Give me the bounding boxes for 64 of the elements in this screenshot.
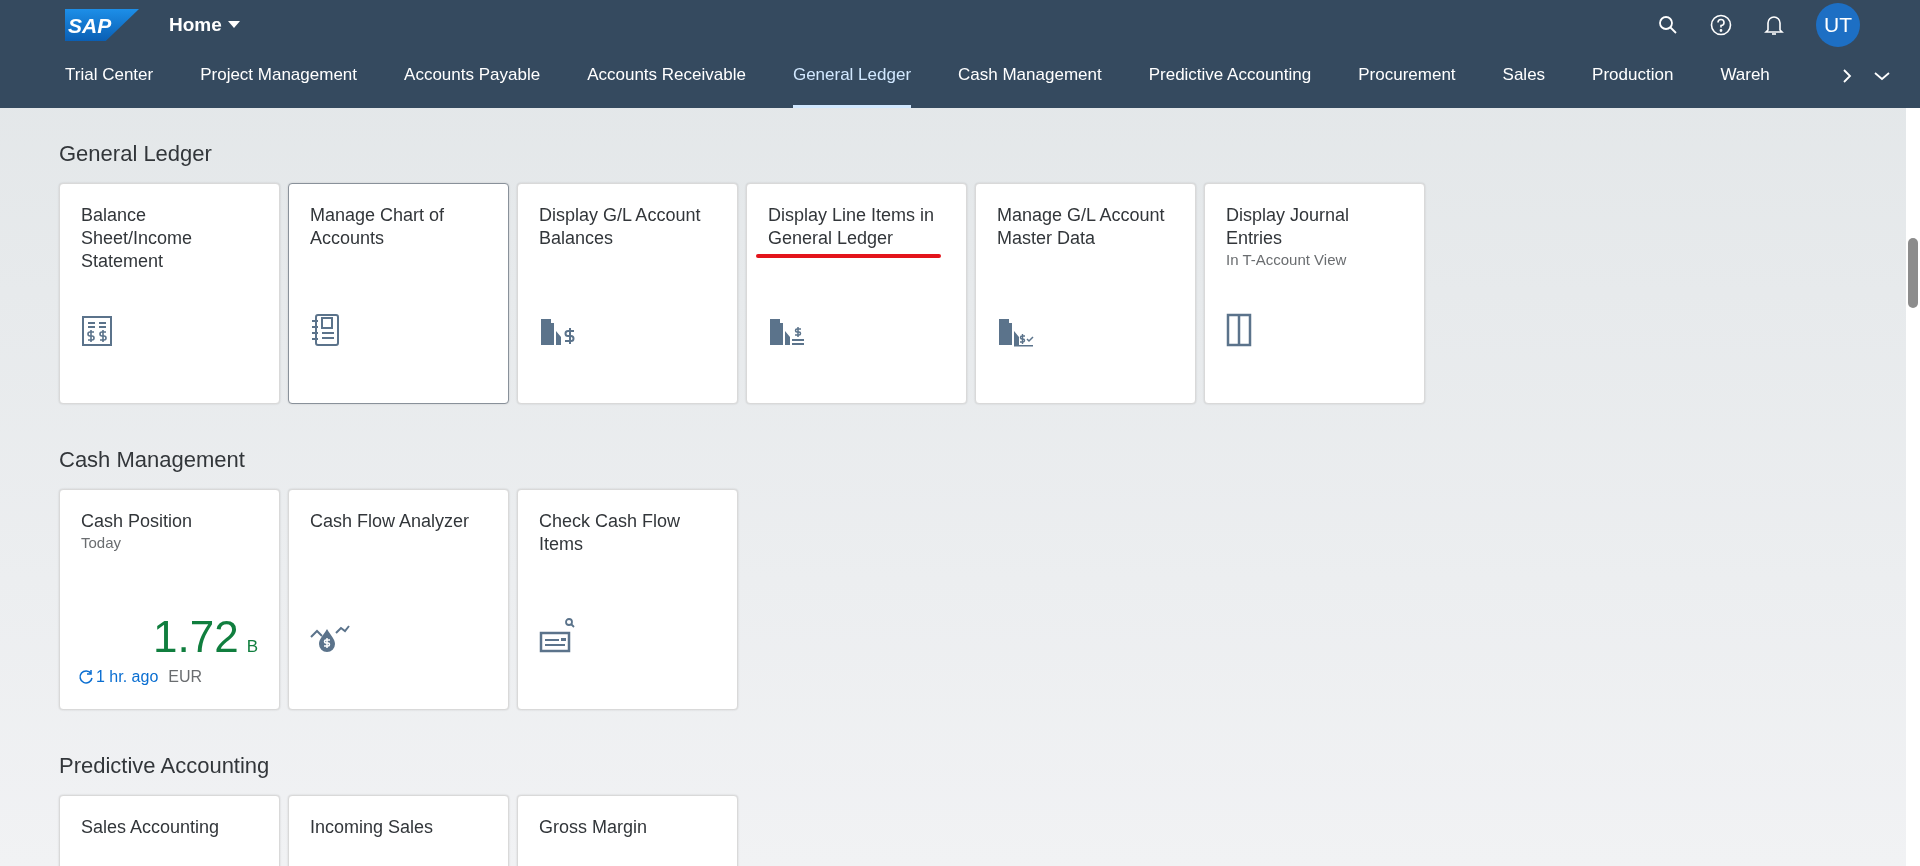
sap-logo[interactable]: SAP [65,9,139,41]
nav-tab[interactable]: Predictive Accounting [1148,50,1312,108]
app-tile[interactable]: Display Line Items in General Ledger [746,183,967,404]
app-tile[interactable]: Sales Accounting [59,795,280,866]
app-tile[interactable]: Display Journal Entries In T-Account View [1204,183,1425,404]
app-tile[interactable]: Balance Sheet/Income Statement [59,183,280,404]
tile-title: Cash Position [81,510,194,533]
bell-icon[interactable] [1764,14,1784,36]
tile-title: Cash Flow Analyzer [310,510,471,533]
section-title: Cash Management [59,446,246,474]
nav-tab[interactable]: Wareh [1720,50,1770,108]
chevron-right-icon[interactable] [1842,68,1852,84]
tile-title: Sales Accounting [81,816,221,839]
scrollbar[interactable] [1906,108,1920,866]
home-menu-button[interactable]: Home [169,10,240,40]
nav-tab[interactable]: Accounts Receivable [587,50,746,108]
nav-tab[interactable]: Trial Center [65,50,154,108]
caret-icon [227,21,240,29]
tile-title: Display Line Items in General Ledger [768,204,936,250]
app-tile[interactable]: Manage G/L Account Master Data [975,183,1196,404]
refresh-time-link[interactable]: 1 hr. ago [96,665,159,689]
building-icon [997,317,1035,347]
tile-title: Balance Sheet/Income Statement [81,204,194,273]
kpi-unit: EUR [168,667,203,687]
nav-tab[interactable]: Accounts Payable [404,50,541,108]
tile-title: Gross Margin [539,816,649,839]
search-icon[interactable] [1658,15,1678,35]
money-trend-icon [310,623,350,653]
building-icon [768,317,806,347]
nav-tab[interactable]: Project Management [200,50,358,108]
tile-title: Display Journal Entries [1226,204,1351,250]
app-tile[interactable]: Manage Chart of Accounts [288,183,509,404]
app-tile[interactable]: Display G/L Account Balances [517,183,738,404]
app-tile[interactable]: Cash Position Today 1.72 B 1 hr. ago EUR [59,489,280,710]
tile-subtitle: Today [81,533,123,552]
report-icon [81,315,113,347]
tile-title: Manage Chart of Accounts [310,204,446,250]
notebook-icon [310,313,342,347]
tile-title: Display G/L Account Balances [539,204,702,250]
refresh-icon [78,669,94,685]
card-search-icon [539,617,577,653]
nav-tab[interactable]: Sales [1502,50,1546,108]
app-tile[interactable]: Check Cash Flow Items [517,489,738,710]
app-tile[interactable]: Cash Flow Analyzer [288,489,509,710]
scrollbar-thumb[interactable] [1908,238,1918,308]
tile-title: Manage G/L Account Master Data [997,204,1166,250]
app-tile[interactable]: Gross Margin [517,795,738,866]
tile-title: Check Cash Flow Items [539,510,682,556]
tile-subtitle: In T-Account View [1226,250,1348,269]
nav-tab[interactable]: Procurement [1358,50,1456,108]
kpi-value: 1.72 [153,613,239,661]
section-title: Predictive Accounting [59,752,271,780]
help-icon[interactable] [1710,14,1732,36]
nav-tab[interactable]: Production [1592,50,1674,108]
kpi-scale: B [246,636,258,658]
section-title: General Ledger [59,140,213,168]
tile-title: Incoming Sales [310,816,435,839]
building-icon [539,317,577,347]
user-avatar[interactable]: UT [1816,3,1860,47]
nav-tab[interactable]: General Ledger [792,50,912,108]
nav-tab[interactable]: Cash Management [958,50,1102,108]
chevron-down-icon[interactable] [1874,71,1890,81]
app-tile[interactable]: Incoming Sales [288,795,509,866]
columns-icon [1226,313,1252,347]
